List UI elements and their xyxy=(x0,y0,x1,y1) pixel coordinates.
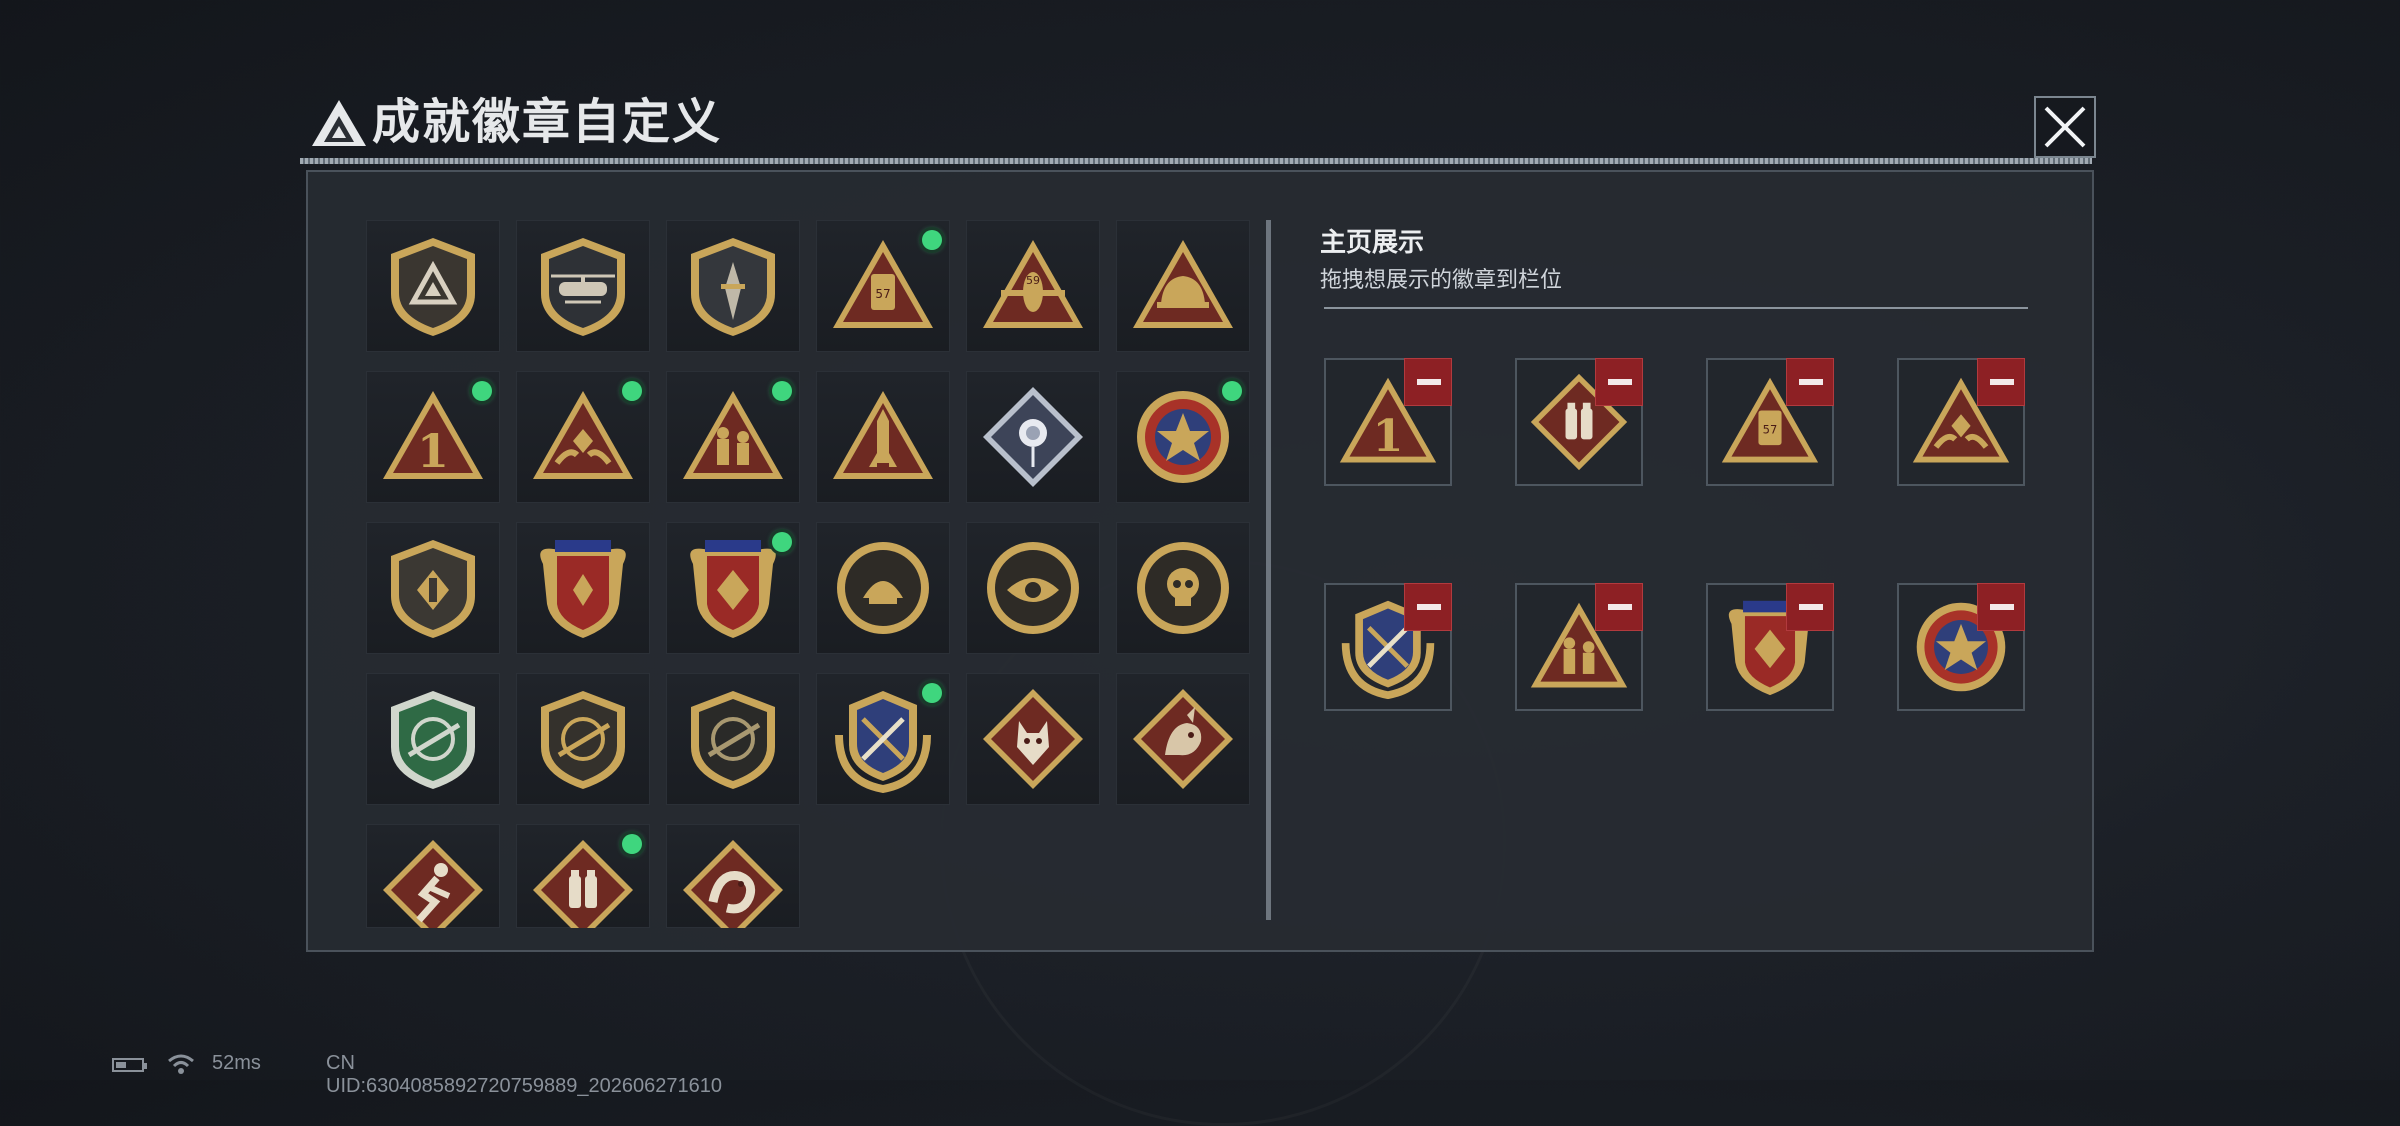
new-indicator-dot xyxy=(772,381,792,401)
svg-text:1: 1 xyxy=(1373,410,1404,462)
showcase-subtitle: 拖拽想展示的徽章到栏位 xyxy=(1320,267,1563,292)
app-logo-icon xyxy=(312,100,366,146)
badge-item[interactable] xyxy=(966,371,1100,503)
triangle-helmet-icon xyxy=(1133,240,1233,328)
badge-item[interactable] xyxy=(816,371,950,503)
new-indicator-dot xyxy=(622,381,642,401)
showcase-slot[interactable] xyxy=(1324,583,1452,711)
badge-item[interactable] xyxy=(666,522,800,654)
badge-item[interactable] xyxy=(1116,673,1250,805)
diamond-wolf-icon xyxy=(983,689,1083,789)
round-eye-medal-icon xyxy=(987,542,1079,634)
new-indicator-dot xyxy=(772,532,792,552)
badge-item[interactable] xyxy=(1116,220,1250,352)
showcase-slot[interactable]: 57 xyxy=(1706,358,1834,486)
badge-item[interactable] xyxy=(666,220,800,352)
badge-item[interactable] xyxy=(1116,371,1250,503)
new-indicator-dot xyxy=(922,683,942,703)
winged-shield-ribbon-icon xyxy=(540,540,626,638)
shield-hand-emblem-icon xyxy=(391,540,475,638)
badge-item[interactable] xyxy=(816,673,950,805)
new-indicator-dot xyxy=(1222,381,1242,401)
new-indicator-dot xyxy=(922,230,942,250)
remove-badge-button[interactable] xyxy=(1786,583,1834,631)
remove-badge-button[interactable] xyxy=(1786,358,1834,406)
showcase-slot[interactable] xyxy=(1897,583,2025,711)
badge-item[interactable] xyxy=(666,371,800,503)
shield-helicopter-emblem-icon xyxy=(541,238,625,336)
badge-item[interactable] xyxy=(966,522,1100,654)
badge-item[interactable] xyxy=(516,371,650,503)
dialog-title: 成就徽章自定义 xyxy=(372,94,723,150)
remove-badge-button[interactable] xyxy=(1977,358,2025,406)
showcase-title: 主页展示 xyxy=(1320,227,1425,257)
remove-badge-button[interactable] xyxy=(1595,358,1643,406)
badge-item[interactable] xyxy=(816,522,950,654)
badge-item[interactable] xyxy=(516,824,650,928)
remove-badge-button[interactable] xyxy=(1977,583,2025,631)
remove-badge-button[interactable] xyxy=(1404,358,1452,406)
new-indicator-dot xyxy=(472,381,492,401)
dialog-header: 成就徽章自定义 xyxy=(300,88,2092,168)
new-indicator-dot xyxy=(622,834,642,854)
panel-divider xyxy=(1266,220,1271,920)
badge-item[interactable]: 59 xyxy=(966,220,1100,352)
close-icon xyxy=(2044,106,2086,148)
showcase-slot[interactable]: 1 xyxy=(1324,358,1452,486)
diamond-serpent-icon xyxy=(683,840,783,928)
badge-item[interactable]: 57 xyxy=(816,220,950,352)
badge-item[interactable] xyxy=(666,824,800,928)
svg-text:59: 59 xyxy=(1026,274,1040,287)
remove-badge-button[interactable] xyxy=(1404,583,1452,631)
badge-item[interactable] xyxy=(966,673,1100,805)
showcase-slot[interactable] xyxy=(1515,358,1643,486)
user-uid: CN UID:6304085892720759889_202606271610 xyxy=(326,1052,722,1097)
triangle-hands-diamond-icon xyxy=(533,391,633,479)
svg-text:57: 57 xyxy=(875,287,890,301)
dark-shield-rifle-icon xyxy=(691,691,775,789)
badge-item[interactable] xyxy=(366,220,500,352)
diamond-rose-icon xyxy=(983,387,1083,487)
triangle-number-one-icon: 1 xyxy=(383,391,483,479)
badge-item[interactable] xyxy=(366,522,500,654)
winged-shield-diamond-icon xyxy=(690,540,776,638)
diamond-dragon-icon xyxy=(1133,689,1233,789)
badge-item[interactable] xyxy=(516,522,650,654)
badge-item[interactable] xyxy=(516,673,650,805)
remove-badge-button[interactable] xyxy=(1595,583,1643,631)
round-star-medal-icon xyxy=(1137,391,1229,483)
shield-rifle-icon xyxy=(541,691,625,789)
showcase-divider xyxy=(1324,307,2028,309)
badge-item[interactable] xyxy=(516,220,650,352)
diamond-bottles-icon xyxy=(533,840,633,928)
shield-triangle-emblem-icon xyxy=(391,238,475,336)
shield-dagger-emblem-icon xyxy=(691,238,775,336)
title-divider xyxy=(300,158,2092,164)
badge-item[interactable] xyxy=(366,673,500,805)
badge-panel: 57 59 1 主页展示 拖拽想展示的徽章到栏位 1 57 xyxy=(306,170,2094,952)
ping-value: 52ms xyxy=(212,1052,261,1074)
showcase-slot[interactable] xyxy=(1897,358,2025,486)
round-shell-medal-icon xyxy=(837,542,929,634)
diamond-runner-icon xyxy=(383,840,483,928)
triangle-57-canister-icon: 57 xyxy=(833,240,933,328)
triangle-rocket-icon xyxy=(833,391,933,479)
wifi-icon xyxy=(168,1054,194,1074)
triangle-59-aircraft-icon: 59 xyxy=(983,240,1083,328)
close-button[interactable] xyxy=(2034,96,2096,158)
showcase-slot[interactable] xyxy=(1515,583,1643,711)
round-skull-medal-icon xyxy=(1137,542,1229,634)
triangle-soldiers-icon xyxy=(683,391,783,479)
badge-item[interactable] xyxy=(666,673,800,805)
svg-text:1: 1 xyxy=(417,424,449,478)
badge-item[interactable] xyxy=(366,824,500,928)
showcase-slot[interactable] xyxy=(1706,583,1834,711)
green-shield-rifle-icon xyxy=(391,691,475,789)
laurel-shield-swords-icon xyxy=(835,691,931,793)
badge-item[interactable] xyxy=(1116,522,1250,654)
badge-item[interactable]: 1 xyxy=(366,371,500,503)
battery-icon xyxy=(112,1058,147,1072)
svg-text:57: 57 xyxy=(1763,423,1778,437)
